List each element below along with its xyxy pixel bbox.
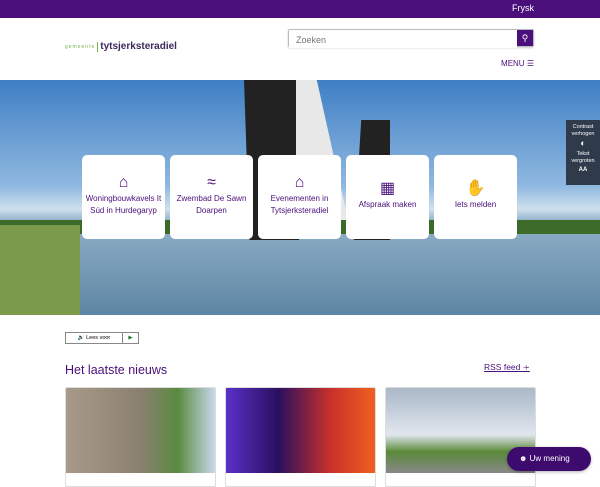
reeds <box>0 225 80 315</box>
news-card[interactable] <box>65 387 216 487</box>
news-image-headset <box>226 388 375 473</box>
logo[interactable]: gemeente tytsjerksteradiel <box>65 41 177 52</box>
news-card[interactable] <box>225 387 376 487</box>
tile-zwembad[interactable]: ≈ Zwembad De Sawn Doarpen <box>170 155 253 239</box>
search-input[interactable] <box>289 32 517 48</box>
feedback-label: Uw mening <box>529 454 570 463</box>
search-box: ⚲ <box>288 29 534 48</box>
tile-label: Afspraak maken <box>358 200 417 209</box>
tile-iets-melden[interactable]: ✋ Iets melden <box>434 155 517 239</box>
speaker-icon: 🔈 <box>77 335 85 341</box>
news-heading: Het laatste nieuws <box>65 363 168 377</box>
top-bar: Frysk <box>0 0 600 18</box>
search-button[interactable]: ⚲ <box>517 30 533 46</box>
hamburger-icon: ☰ <box>526 59 534 68</box>
news-image-building <box>66 388 215 473</box>
person-raising-hand-icon: ✋ <box>465 180 486 197</box>
news-card[interactable] <box>385 387 536 487</box>
play-icon[interactable]: ▶ <box>122 333 138 343</box>
calendar-clock-icon: ▦ <box>379 180 396 197</box>
read-aloud-label: Lees voor <box>86 335 111 341</box>
text-size-label: Tekst vergroten <box>571 151 595 164</box>
tile-label: Evenementen in Tytsjerksteradiel <box>270 194 329 215</box>
menu-button[interactable]: MENU ☰ <box>501 59 534 69</box>
tile-woningbouwkavels[interactable]: ⌂ Woningbouwkavels It Súd in Hurdegaryp <box>82 155 165 239</box>
quick-links: ⌂ Woningbouwkavels It Súd in Hurdegaryp ≈… <box>82 155 517 239</box>
swimmer-icon: ≈ <box>207 174 216 191</box>
tile-label: Iets melden <box>454 200 497 209</box>
tile-afspraak[interactable]: ▦ Afspraak maken <box>346 155 429 239</box>
tile-label: Zwembad De Sawn Doarpen <box>176 194 247 215</box>
search-icon: ⚲ <box>521 33 529 43</box>
contrast-icon: ◐ <box>580 138 586 148</box>
language-link[interactable]: Frysk <box>512 3 534 13</box>
contrast-label: Contrast verhogen <box>571 124 595 137</box>
text-size-icon: AA <box>578 167 588 173</box>
accessibility-panel: Contrast verhogen ◐ Tekst vergroten AA <box>566 120 600 185</box>
hero-image: ⌂ Woningbouwkavels It Súd in Hurdegaryp ≈… <box>0 80 600 315</box>
rss-feed-link[interactable]: RSS feed ∻ <box>484 362 530 373</box>
logo-name: tytsjerksteradiel <box>100 41 177 52</box>
house-icon: ⌂ <box>118 174 129 191</box>
logo-prefix: gemeente <box>65 42 99 52</box>
header: gemeente tytsjerksteradiel ⚲ MENU ☰ <box>0 18 600 80</box>
tent-icon: ⌂ <box>294 174 305 191</box>
smiley-icon: ☻ <box>519 454 528 463</box>
news-cards <box>65 387 536 487</box>
text-size-button[interactable]: Tekst vergroten AA <box>566 151 600 174</box>
menu-label: MENU <box>501 59 525 68</box>
feedback-button[interactable]: ☻ Uw mening <box>507 447 591 471</box>
tile-evenementen[interactable]: ⌂ Evenementen in Tytsjerksteradiel <box>258 155 341 239</box>
read-aloud-widget: 🔈 Lees voor ▶ <box>65 332 139 344</box>
rss-icon: ∻ <box>522 362 530 372</box>
tile-label: Woningbouwkavels It Súd in Hurdegaryp <box>85 194 162 215</box>
rss-label: RSS feed <box>484 362 521 372</box>
read-aloud-button[interactable]: 🔈 Lees voor <box>66 333 122 343</box>
contrast-button[interactable]: Contrast verhogen ◐ <box>566 124 600 148</box>
